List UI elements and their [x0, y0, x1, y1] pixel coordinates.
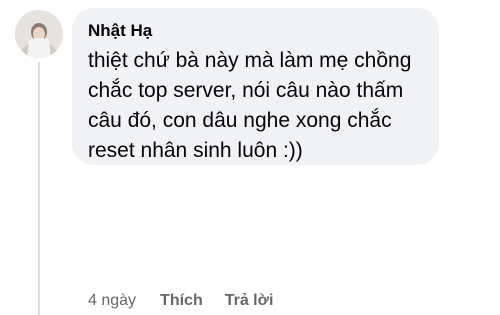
thread-line: [38, 62, 40, 315]
comment-bubble: Nhật Hạ thiệt chứ bà này mà làm mẹ chồng…: [72, 8, 439, 165]
comment-text-line: chắc top server, nói câu nào thấm: [88, 79, 404, 102]
comment: Nhật Hạ thiệt chứ bà này mà làm mẹ chồng…: [0, 0, 500, 315]
avatar[interactable]: [15, 10, 63, 58]
comment-timestamp[interactable]: 4 ngày: [88, 292, 136, 310]
like-button[interactable]: Thích: [160, 292, 203, 310]
reply-button[interactable]: Trả lời: [225, 292, 274, 310]
comment-text-line: thiệt chứ bà này mà làm mẹ chồng: [88, 49, 412, 72]
comment-author[interactable]: Nhật Hạ: [88, 20, 425, 42]
comment-text-line: câu đó, con dâu nghe xong chắc: [88, 109, 392, 132]
comment-actions: 4 ngày Thích Trả lời: [88, 292, 273, 310]
comment-text-line: reset nhân sinh luôn :)): [88, 139, 303, 162]
user-avatar-icon: [15, 10, 63, 58]
comment-text: thiệt chứ bà này mà làm mẹ chồng chắc to…: [88, 46, 425, 166]
